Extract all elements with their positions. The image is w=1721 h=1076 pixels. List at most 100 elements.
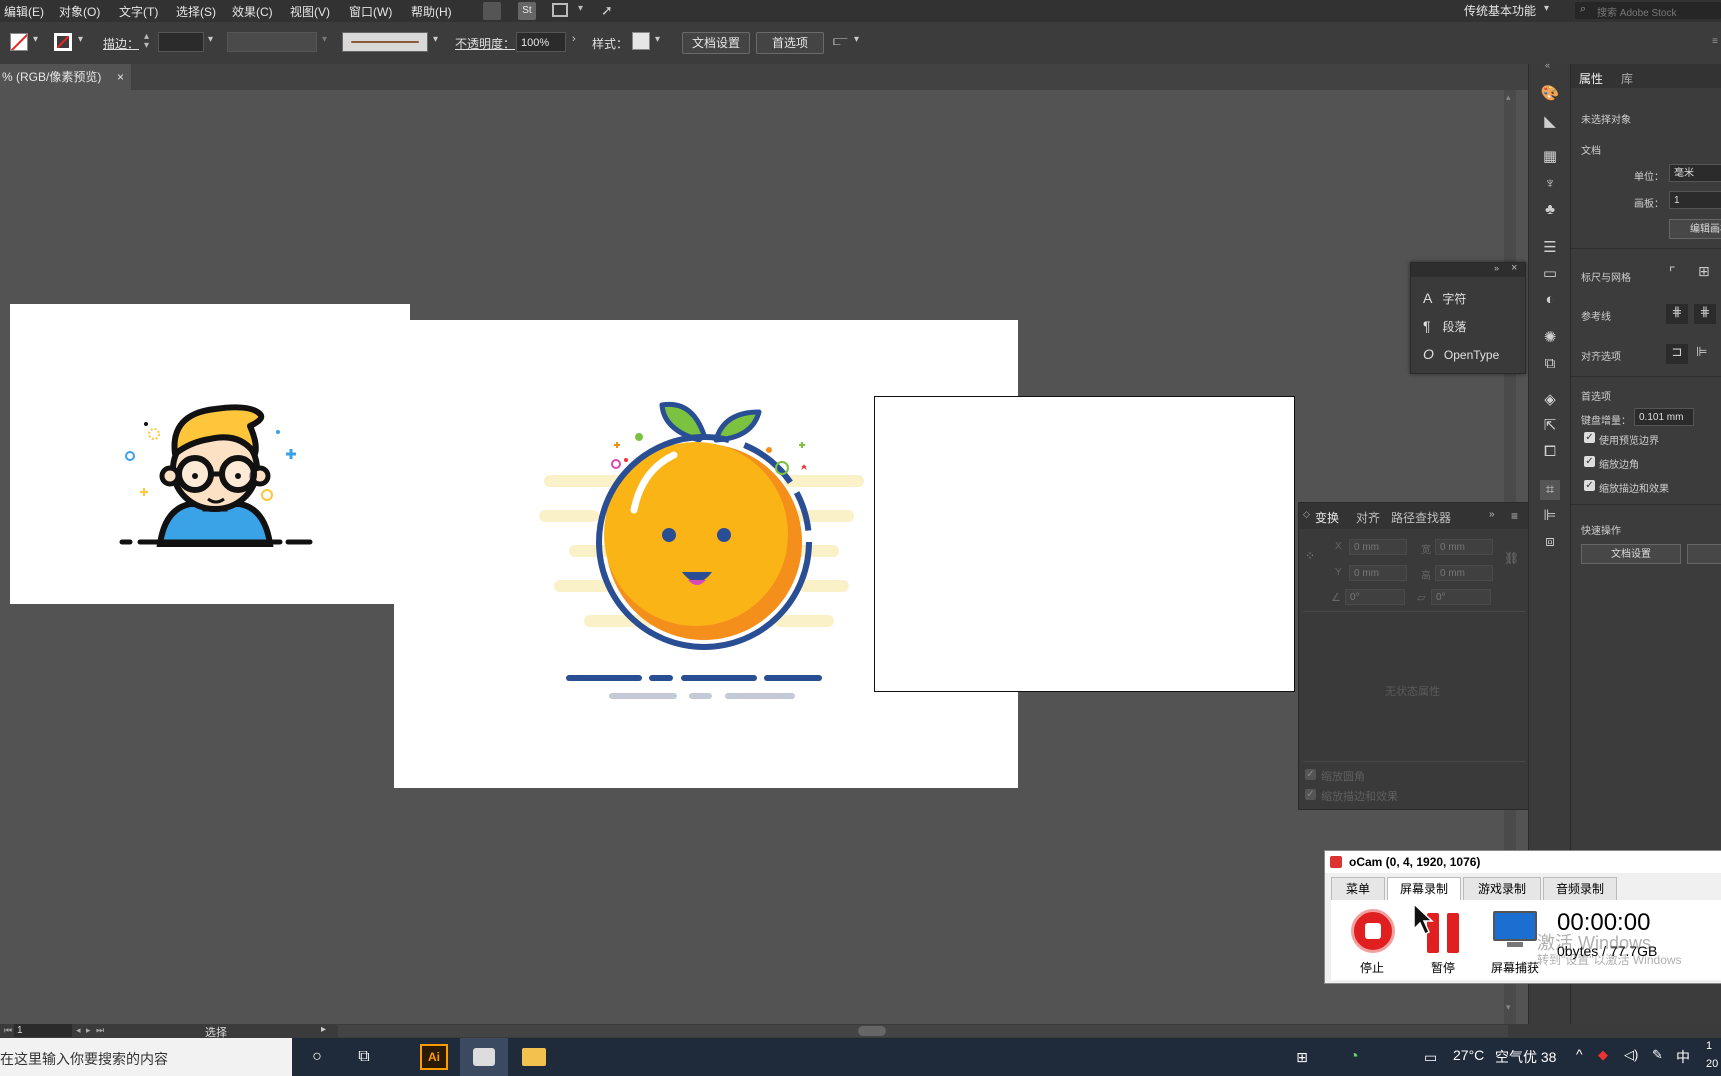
stroke-swatch[interactable] bbox=[54, 33, 72, 51]
arrange-icon[interactable]: ⫍ bbox=[833, 32, 848, 49]
chevron-down-icon[interactable]: ▾ bbox=[322, 34, 327, 45]
prev-artboard-icon[interactable]: ◂ bbox=[76, 1025, 81, 1036]
screen-capture-button[interactable] bbox=[1493, 911, 1537, 951]
clock-time[interactable]: 1 bbox=[1706, 1040, 1712, 1052]
opacity-input[interactable]: 100% bbox=[516, 32, 566, 52]
pathfinder-icon[interactable]: ⧈ bbox=[1540, 532, 1560, 552]
use-preview-bounds-checkbox[interactable]: ✓ bbox=[1584, 432, 1595, 443]
angle-input[interactable]: 0° bbox=[1345, 589, 1405, 605]
clock-date[interactable]: 20 bbox=[1706, 1058, 1718, 1070]
lock-guides-icon[interactable]: ⋕ bbox=[1694, 304, 1716, 324]
tab-transform[interactable]: 变换 bbox=[1315, 509, 1339, 526]
cortana-icon[interactable]: ○ bbox=[293, 1038, 341, 1076]
scroll-down-icon[interactable]: ▾ bbox=[1506, 1002, 1511, 1013]
apps-grid-icon[interactable]: ⊞ bbox=[1278, 1038, 1326, 1076]
gpu-performance-icon[interactable]: ➚ bbox=[601, 2, 613, 19]
variable-width-profile[interactable] bbox=[227, 32, 317, 52]
ocam-titlebar[interactable]: oCam (0, 4, 1920, 1076) bbox=[1325, 851, 1721, 873]
tab-align[interactable]: 对齐 bbox=[1356, 509, 1380, 526]
chevron-down-icon[interactable]: ▾ bbox=[1544, 3, 1549, 14]
artboard-navigation-select[interactable]: 1 bbox=[14, 1024, 72, 1037]
boy-illustration[interactable] bbox=[10, 304, 410, 604]
control-bar-menu-icon[interactable]: ≡ bbox=[1712, 36, 1718, 47]
menu-window[interactable]: 窗口(W) bbox=[349, 3, 392, 20]
document-setup-button[interactable]: 文档设置 bbox=[1581, 544, 1681, 564]
brush-definition[interactable] bbox=[342, 32, 428, 52]
collapse-panel-icon[interactable]: » bbox=[1494, 263, 1499, 273]
next-artboard-icon[interactable]: ▸ bbox=[86, 1025, 91, 1036]
taskbar-search-box[interactable]: 在这里输入你要搜索的内容 bbox=[0, 1038, 292, 1076]
swatches-icon[interactable]: ▦ bbox=[1540, 147, 1560, 167]
y-input[interactable]: 0 mm bbox=[1349, 565, 1407, 581]
wifi-icon[interactable]: ◔ bbox=[1330, 1038, 1378, 1076]
opacity-label[interactable]: 不透明度： bbox=[455, 35, 515, 52]
tab-game-recording[interactable]: 游戏录制 bbox=[1463, 877, 1541, 901]
width-input[interactable]: 0 mm bbox=[1435, 539, 1493, 555]
chevron-down-icon[interactable]: ▾ bbox=[208, 34, 213, 45]
x-input[interactable]: 0 mm bbox=[1349, 539, 1407, 555]
asset-export-icon[interactable]: ⇱ bbox=[1540, 416, 1560, 436]
file-explorer-taskbar-button[interactable] bbox=[510, 1038, 558, 1076]
scroll-up-icon[interactable]: ▴ bbox=[1506, 92, 1511, 103]
constrain-proportions-icon[interactable]: ⛓ bbox=[1504, 551, 1519, 565]
collapse-panel-icon[interactable]: » bbox=[1489, 509, 1495, 520]
rulers-icon[interactable]: ⌜ bbox=[1669, 264, 1676, 281]
artboards-icon[interactable]: ⧠ bbox=[1540, 442, 1560, 462]
stroke-label[interactable]: 描边： bbox=[103, 35, 139, 52]
chevron-down-icon[interactable]: ▾ bbox=[578, 3, 583, 14]
stroke-icon[interactable]: ☰ bbox=[1540, 238, 1560, 258]
color-guide-icon[interactable]: ◣ bbox=[1540, 112, 1560, 132]
document-tab[interactable]: % (RGB/像素预览) × bbox=[0, 64, 131, 90]
show-hidden-icons[interactable]: ^ bbox=[1576, 1046, 1583, 1062]
artboard-blank[interactable] bbox=[874, 396, 1295, 692]
chevron-down-icon[interactable]: ▾ bbox=[78, 34, 83, 45]
tab-libraries[interactable]: 库 bbox=[1621, 70, 1633, 87]
appearance-icon[interactable]: ✺ bbox=[1540, 328, 1560, 348]
close-icon[interactable]: × bbox=[117, 64, 124, 90]
stroke-weight-input[interactable] bbox=[158, 32, 204, 52]
snap-to-point-icon[interactable]: ⊐ bbox=[1666, 344, 1688, 364]
panel-item-opentype[interactable]: O OpenType bbox=[1423, 346, 1499, 362]
stop-button[interactable] bbox=[1351, 909, 1395, 953]
tab-collapse-icon[interactable]: ◇ bbox=[1303, 509, 1310, 520]
stock-icon[interactable]: St bbox=[518, 2, 536, 20]
panel-item-paragraph[interactable]: ¶ 段落 bbox=[1423, 318, 1467, 335]
tab-screen-recording[interactable]: 屏幕录制 bbox=[1387, 877, 1461, 901]
fill-swatch[interactable] bbox=[10, 33, 28, 51]
menu-help[interactable]: 帮助(H) bbox=[411, 3, 452, 20]
chevron-down-icon[interactable]: ▾ bbox=[33, 34, 38, 45]
canvas-area[interactable]: ▴ ▾ bbox=[0, 90, 1516, 1024]
color-icon[interactable]: 🎨 bbox=[1540, 84, 1560, 104]
tab-properties[interactable]: 属性 bbox=[1579, 70, 1603, 87]
stroke-stepper[interactable]: ▴ ▾ bbox=[144, 32, 149, 51]
antivirus-tray-icon[interactable]: ◆ bbox=[1598, 1047, 1608, 1063]
panel-menu-icon[interactable]: ≡ bbox=[1511, 509, 1518, 523]
artboard-boy[interactable] bbox=[10, 304, 410, 604]
snap-to-pixel-icon[interactable]: ⊫ bbox=[1696, 344, 1707, 360]
stock-search-input[interactable]: ⌕ 搜索 Adobe Stock bbox=[1575, 2, 1721, 19]
close-icon[interactable]: × bbox=[1511, 262, 1517, 274]
chevron-down-icon[interactable]: ▾ bbox=[433, 34, 438, 45]
shear-input[interactable]: 0° bbox=[1431, 589, 1491, 605]
scale-corners-checkbox[interactable]: ✓ bbox=[1305, 769, 1316, 780]
chevron-right-icon[interactable]: › bbox=[572, 33, 576, 45]
illustrator-taskbar-button[interactable]: Ai bbox=[410, 1038, 458, 1076]
style-swatch[interactable] bbox=[632, 32, 650, 50]
menu-object[interactable]: 对象(O) bbox=[59, 3, 100, 20]
status-menu-icon[interactable]: ▸ bbox=[321, 1024, 326, 1035]
air-quality-label[interactable]: 空气优 38 bbox=[1495, 1047, 1556, 1067]
guides-icon[interactable]: ⋕ bbox=[1666, 304, 1688, 324]
height-input[interactable]: 0 mm bbox=[1435, 565, 1493, 581]
transparency-icon[interactable]: ◐ bbox=[1540, 290, 1560, 310]
menu-edit[interactable]: 编辑(E) bbox=[4, 3, 44, 20]
tab-audio-recording[interactable]: 音频录制 bbox=[1543, 877, 1617, 901]
brushes-icon[interactable]: ♆ bbox=[1540, 174, 1560, 194]
layers-icon[interactable]: ◈ bbox=[1540, 390, 1560, 410]
menu-type[interactable]: 文字(T) bbox=[119, 3, 158, 20]
horizontal-scrollbar[interactable] bbox=[338, 1025, 1508, 1037]
document-setup-button[interactable]: 文档设置 bbox=[682, 32, 750, 54]
collapse-dock-icon[interactable]: « bbox=[1545, 60, 1550, 70]
artboard-select[interactable]: 1 bbox=[1669, 191, 1721, 209]
temperature-label[interactable]: 27°C bbox=[1453, 1047, 1484, 1063]
reference-point-icon[interactable]: ⁘ bbox=[1305, 549, 1323, 567]
